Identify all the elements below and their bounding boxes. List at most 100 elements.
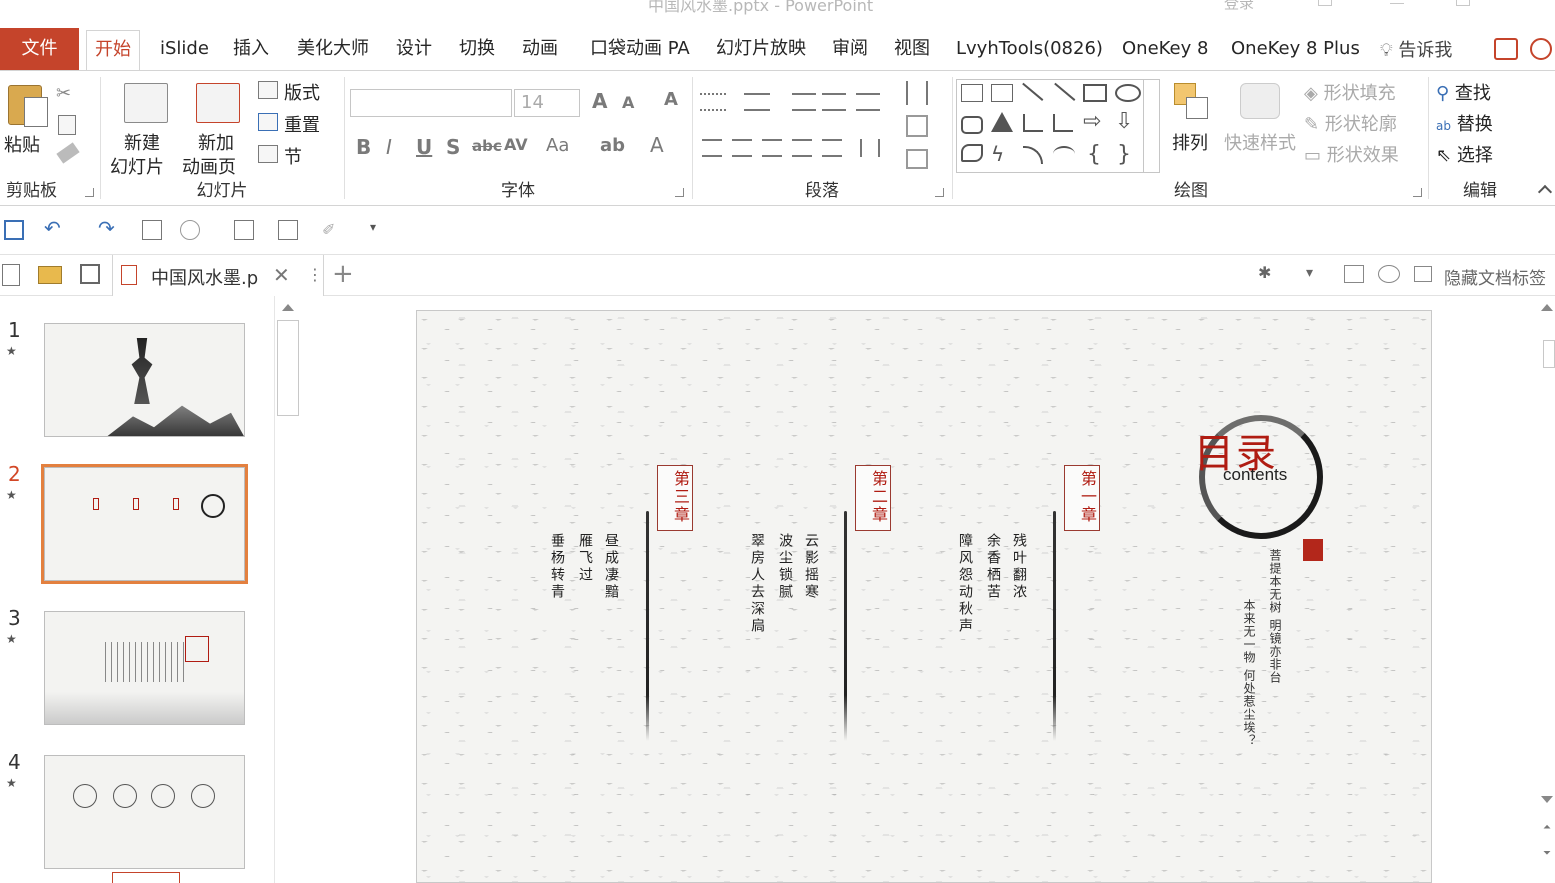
new-slide-button[interactable]: 新建 幻灯片 bbox=[108, 79, 178, 179]
tab-lvyhtools[interactable]: LvyhTools(0826) bbox=[956, 28, 1103, 70]
select-button[interactable]: ⇖ 选择 bbox=[1436, 141, 1493, 167]
section-button[interactable]: 节 bbox=[258, 143, 338, 169]
tab-file[interactable]: 文件 bbox=[0, 28, 79, 70]
new-animation-page-button[interactable]: 新加 动画页 bbox=[180, 79, 254, 179]
arrow-line-shape-icon[interactable] bbox=[1054, 75, 1082, 101]
chapter-3-box[interactable]: 第三章 bbox=[657, 465, 693, 531]
italic-icon[interactable]: I bbox=[386, 135, 392, 159]
scroll-thumb[interactable] bbox=[277, 320, 299, 416]
prev-slide-icon[interactable]: ⏶ bbox=[1543, 822, 1551, 833]
message-icon[interactable] bbox=[1344, 265, 1364, 283]
gallery-scroll[interactable] bbox=[1143, 80, 1159, 172]
freeform-shape-icon[interactable] bbox=[961, 144, 983, 162]
replace-button[interactable]: ab 替换 bbox=[1436, 110, 1493, 136]
chapter-1-box[interactable]: 第一章 bbox=[1064, 465, 1100, 531]
maximize-icon[interactable] bbox=[1456, 0, 1470, 6]
ribbon-display-options-icon[interactable] bbox=[1318, 0, 1332, 6]
down-arrow-shape-icon[interactable]: ⇩ bbox=[1115, 111, 1141, 138]
arc-shape-icon[interactable] bbox=[1023, 146, 1043, 164]
arrange-button[interactable]: 排列 bbox=[1168, 81, 1218, 181]
distributed-icon[interactable] bbox=[822, 139, 842, 157]
slide-thumbnail-2[interactable] bbox=[41, 464, 248, 584]
pin-icon[interactable]: ✱ bbox=[1258, 263, 1280, 285]
font-name-box[interactable] bbox=[350, 89, 512, 117]
shadow-icon[interactable]: S bbox=[446, 135, 460, 159]
tell-me-box[interactable]: 💡︎ 告诉我 bbox=[1380, 36, 1452, 62]
undo-icon[interactable]: ↶ bbox=[44, 216, 64, 240]
clipboard-launcher-icon[interactable] bbox=[85, 188, 94, 197]
font-launcher-icon[interactable] bbox=[675, 188, 684, 197]
clear-formatting-icon[interactable]: A bbox=[664, 89, 678, 110]
grow-font-icon[interactable]: A bbox=[592, 89, 607, 113]
shape-outline-button[interactable]: ✎ 形状轮廓 bbox=[1304, 110, 1397, 136]
textbox-icon[interactable] bbox=[278, 220, 298, 240]
paste-button[interactable]: 粘贴 bbox=[4, 79, 48, 179]
shape-merge-icon[interactable] bbox=[180, 220, 200, 240]
increase-indent-icon[interactable] bbox=[822, 93, 846, 111]
convert-smartart-icon[interactable] bbox=[906, 149, 928, 169]
tab-view[interactable]: 视图 bbox=[894, 28, 930, 70]
strikethrough-icon[interactable]: abc bbox=[472, 137, 502, 155]
shape-fill-button[interactable]: ◈ 形状填充 bbox=[1304, 79, 1396, 105]
columns-icon[interactable] bbox=[860, 139, 880, 157]
right-brace-shape-icon[interactable]: } bbox=[1117, 142, 1143, 168]
drawing-launcher-icon[interactable] bbox=[1413, 188, 1422, 197]
left-brace-shape-icon[interactable]: { bbox=[1087, 142, 1113, 168]
text-direction-icon[interactable] bbox=[906, 81, 928, 105]
shrink-font-icon[interactable]: A bbox=[622, 93, 634, 112]
windows-icon[interactable] bbox=[1414, 266, 1432, 282]
scribble-shape-icon[interactable]: ϟ bbox=[991, 142, 1017, 168]
tab-onekey8plus[interactable]: OneKey 8 Plus bbox=[1231, 28, 1360, 70]
tab-review[interactable]: 审阅 bbox=[832, 28, 868, 70]
share-icon[interactable] bbox=[1494, 38, 1518, 60]
font-color-icon[interactable]: A bbox=[650, 133, 664, 157]
quick-styles-button[interactable]: 快速样式 bbox=[1224, 81, 1298, 181]
shape-effects-button[interactable]: ▭ 形状效果 bbox=[1304, 141, 1399, 167]
format-brush-icon[interactable]: ✐ bbox=[322, 220, 342, 240]
slide-subtitle[interactable]: contents bbox=[1223, 465, 1287, 485]
tab-animations[interactable]: 动画 bbox=[522, 28, 558, 70]
rectangle-shape-icon[interactable] bbox=[1083, 84, 1107, 102]
login-link[interactable]: 登录 bbox=[1224, 0, 1254, 13]
tab-slideshow[interactable]: 幻灯片放映 bbox=[716, 28, 806, 70]
textbox-shape-icon[interactable] bbox=[961, 84, 983, 102]
elbow-arrow-shape-icon[interactable] bbox=[1053, 114, 1073, 132]
collapse-ribbon-icon[interactable] bbox=[1537, 184, 1553, 200]
scroll-up-icon[interactable] bbox=[1541, 304, 1553, 311]
tab-beautify[interactable]: 美化大师 bbox=[297, 28, 369, 70]
tab-design[interactable]: 设计 bbox=[396, 28, 432, 70]
save-doc-icon[interactable] bbox=[80, 264, 100, 284]
highlight-icon[interactable]: ab bbox=[600, 135, 625, 156]
tab-pocket-animation[interactable]: 口袋动画 PA bbox=[590, 28, 690, 70]
scroll-thumb[interactable] bbox=[1543, 340, 1555, 368]
reset-button[interactable]: 重置 bbox=[258, 111, 338, 137]
hide-doc-tabs-button[interactable]: 隐藏文档标签 bbox=[1444, 264, 1546, 289]
presenter-icon[interactable] bbox=[142, 220, 162, 240]
align-left-icon[interactable] bbox=[702, 139, 722, 157]
current-slide[interactable]: 垂杨转青 雁飞过 昼成凄黯 第三章 翠房人去深扃 波尘锁腻 云影摇寒 第二章 障… bbox=[416, 310, 1432, 883]
font-size-box[interactable]: 14 bbox=[514, 89, 580, 117]
tab-transitions[interactable]: 切换 bbox=[459, 28, 495, 70]
tab-insert[interactable]: 插入 bbox=[233, 28, 269, 70]
animation-pane-icon[interactable] bbox=[234, 220, 254, 240]
elbow-connector-shape-icon[interactable] bbox=[1023, 114, 1043, 132]
new-doc-icon[interactable] bbox=[2, 264, 20, 286]
shapes-gallery[interactable]: ⇨ ⇩ ϟ { } bbox=[956, 75, 1160, 173]
underline-icon[interactable]: U bbox=[416, 135, 432, 159]
justify-icon[interactable] bbox=[792, 139, 812, 157]
change-case-icon[interactable]: Aa bbox=[546, 135, 569, 156]
scroll-up-icon[interactable] bbox=[282, 304, 294, 311]
next-slide-icon[interactable]: ⏷ bbox=[1543, 848, 1551, 859]
chapter-2-box[interactable]: 第二章 bbox=[855, 465, 891, 531]
slide-thumbnail-3[interactable] bbox=[44, 611, 245, 725]
align-text-icon[interactable] bbox=[906, 115, 928, 137]
line-spacing-icon[interactable] bbox=[856, 93, 880, 111]
thumbnails-scrollbar[interactable] bbox=[274, 296, 300, 883]
bullets-icon[interactable] bbox=[700, 93, 726, 111]
document-tab[interactable]: 中国风水墨.p ✕ ⋮ bbox=[112, 255, 324, 296]
new-slide-mini-button[interactable] bbox=[112, 872, 180, 883]
character-spacing-icon[interactable]: AV bbox=[504, 135, 528, 154]
cut-icon[interactable]: ✂ bbox=[56, 83, 71, 104]
close-icon[interactable] bbox=[1524, 0, 1538, 6]
slide-thumbnail-4[interactable] bbox=[44, 755, 245, 869]
